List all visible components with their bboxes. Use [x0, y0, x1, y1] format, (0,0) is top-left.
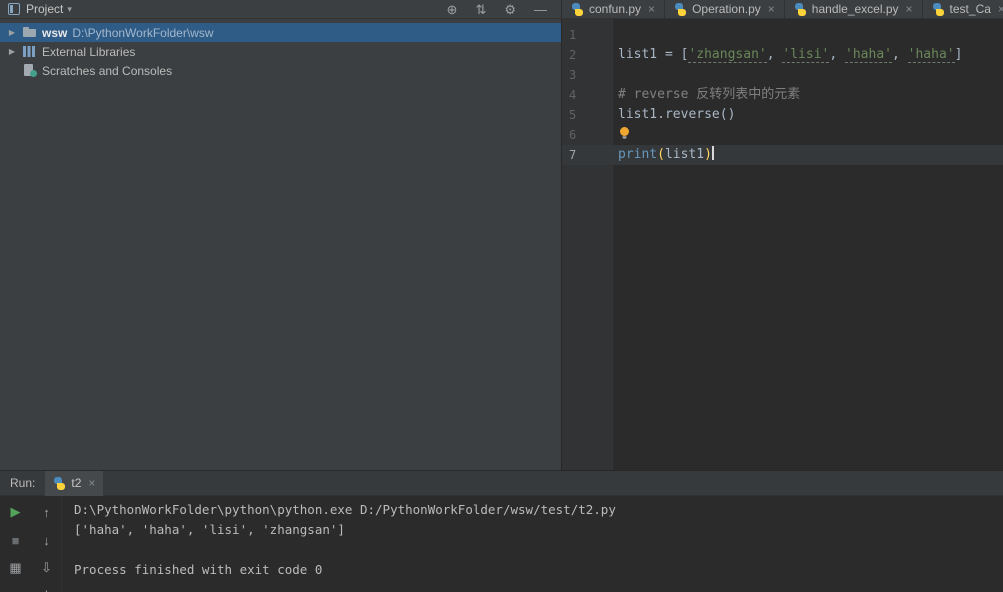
- top-strip: Project ▾ ⊕ ⇅ ⚙ — confun.py × Operation.py × ha…: [0, 0, 1003, 19]
- library-icon: [22, 45, 37, 58]
- restore-layout-icon[interactable]: ▦: [9, 560, 21, 576]
- console-line: Process finished with exit code 0: [74, 562, 323, 577]
- python-file-icon: [794, 2, 807, 16]
- collapse-all-icon[interactable]: ⇅: [475, 0, 486, 19]
- close-tab-icon[interactable]: ×: [998, 2, 1003, 16]
- code-line-1[interactable]: 1: [562, 25, 1003, 45]
- editor-tab[interactable]: confun.py ×: [562, 0, 666, 18]
- settings-gear-icon[interactable]: ⚙: [504, 0, 516, 19]
- editor-tab-label: handle_excel.py: [811, 2, 899, 16]
- intention-bulb-icon[interactable]: [618, 126, 631, 147]
- editor-tab[interactable]: handle_excel.py ×: [785, 0, 923, 18]
- line-number: 6: [569, 128, 577, 142]
- scratches-icon: [22, 64, 37, 77]
- code-line-2[interactable]: 2 list1 = ['zhangsan', 'lisi', 'haha', 'h…: [562, 45, 1003, 65]
- run-body: ▶ ↑ ■ ↓ ▦ ⇩ ⇣ D:\PythonWorkFolder\python\pytho…: [0, 496, 1003, 592]
- code-line-content: [612, 125, 1003, 145]
- toolwindow-icon: [8, 3, 20, 15]
- line-number: 4: [569, 88, 577, 102]
- project-toolwindow-header: Project ▾ ⊕ ⇅ ⚙ —: [0, 0, 562, 18]
- code-line-content: [612, 65, 1003, 85]
- editor-tab-label: Operation.py: [692, 2, 761, 16]
- code-line-content: # reverse 反转列表中的元素: [618, 87, 801, 102]
- code-line-content: list1 = ['zhangsan', 'lisi', 'haha', 'ha…: [618, 47, 963, 63]
- expand-arrow-icon[interactable]: ▶: [7, 28, 17, 37]
- chevron-down-icon: ▾: [67, 3, 72, 14]
- line-number: 2: [569, 48, 577, 62]
- run-console-output[interactable]: D:\PythonWorkFolder\python\python.exe D:…: [62, 496, 1003, 592]
- expand-arrow-icon[interactable]: ▶: [7, 47, 17, 56]
- clipped-toolbar-icon[interactable]: ⇣: [41, 588, 52, 592]
- code-line-content: print(list1): [618, 146, 714, 162]
- rerun-button[interactable]: ▶: [11, 504, 21, 520]
- tree-item-scratches-and-consoles[interactable]: Scratches and Consoles: [0, 61, 561, 80]
- folder-icon: [22, 26, 37, 39]
- run-tab-t2[interactable]: t2 ×: [45, 470, 104, 496]
- run-label: Run:: [10, 476, 36, 490]
- code-line-4[interactable]: 4 # reverse 反转列表中的元素: [562, 85, 1003, 105]
- python-file-icon: [932, 2, 945, 16]
- hide-panel-icon[interactable]: —: [534, 0, 547, 19]
- console-line: ['haha', 'haha', 'lisi', 'zhangsan']: [74, 522, 345, 537]
- scroll-to-end-icon[interactable]: ⇩: [41, 560, 52, 576]
- run-toolwindow: Run: t2 × ▶ ↑ ■ ↓ ▦ ⇩ ⇣ D:\PythonWorkFolder\py…: [0, 470, 1003, 592]
- tree-item-external-libraries[interactable]: ▶ External Libraries: [0, 42, 561, 61]
- python-file-icon: [674, 2, 687, 16]
- line-number: 1: [569, 28, 577, 42]
- editor-tab-label: confun.py: [589, 2, 642, 16]
- tree-item-path: D:\PythonWorkFolder\wsw: [72, 25, 214, 40]
- editor-tab[interactable]: test_Ca ×: [923, 0, 1003, 18]
- code-line-7[interactable]: 7 print(list1): [562, 145, 1003, 165]
- editor-tab[interactable]: Operation.py ×: [665, 0, 785, 18]
- tree-item-label: wsw: [42, 25, 68, 40]
- tree-item-label: Scratches and Consoles: [42, 63, 173, 78]
- line-number: 7: [569, 148, 577, 162]
- close-tab-icon[interactable]: ×: [768, 2, 775, 16]
- stop-button[interactable]: ■: [12, 533, 20, 548]
- tree-item-wsw[interactable]: ▶ wsw D:\PythonWorkFolder\wsw: [0, 23, 561, 42]
- tree-item-label: External Libraries: [42, 44, 136, 59]
- pycharm-window: Project ▾ ⊕ ⇅ ⚙ — confun.py × Operation.py × ha…: [0, 0, 1003, 592]
- code-line-6[interactable]: 6: [562, 125, 1003, 145]
- editor-tab-label: test_Ca: [949, 2, 991, 16]
- close-run-tab-icon[interactable]: ×: [88, 476, 95, 490]
- close-tab-icon[interactable]: ×: [906, 2, 913, 16]
- python-file-icon: [53, 476, 66, 490]
- line-number: 5: [569, 108, 577, 122]
- project-tree-panel: ▶ wsw D:\PythonWorkFolder\wsw ▶ External Lib…: [0, 19, 562, 470]
- project-view-label: Project: [26, 2, 64, 16]
- code-line-5[interactable]: 5 list1.reverse(): [562, 105, 1003, 125]
- code-editor[interactable]: 1 2 list1 = ['zhangsan', 'lisi', 'haha', '…: [562, 19, 1003, 470]
- close-tab-icon[interactable]: ×: [648, 2, 655, 16]
- down-the-stack-trace-icon[interactable]: ↓: [43, 533, 50, 548]
- code-line-content: [612, 25, 1003, 45]
- console-line: D:\PythonWorkFolder\python\python.exe D:…: [74, 502, 616, 517]
- project-header-actions: ⊕ ⇅ ⚙ —: [447, 0, 553, 19]
- editor-tab-bar: confun.py × Operation.py × handle_excel.py × t…: [562, 0, 1003, 18]
- run-tab-label: t2: [71, 476, 82, 490]
- up-the-stack-trace-icon[interactable]: ↑: [43, 505, 50, 520]
- code-line-3[interactable]: 3: [562, 65, 1003, 85]
- run-toolbar: ▶ ↑ ■ ↓ ▦ ⇩ ⇣: [0, 496, 62, 592]
- main-area: ▶ wsw D:\PythonWorkFolder\wsw ▶ External Lib…: [0, 19, 1003, 470]
- python-file-icon: [571, 2, 584, 16]
- run-header: Run: t2 ×: [0, 470, 1003, 496]
- line-number: 3: [569, 68, 577, 82]
- project-view-dropdown[interactable]: Project ▾: [26, 2, 72, 16]
- locate-file-icon[interactable]: ⊕: [447, 0, 458, 19]
- text-caret: [711, 146, 714, 160]
- code-line-content: list1.reverse(): [618, 107, 736, 122]
